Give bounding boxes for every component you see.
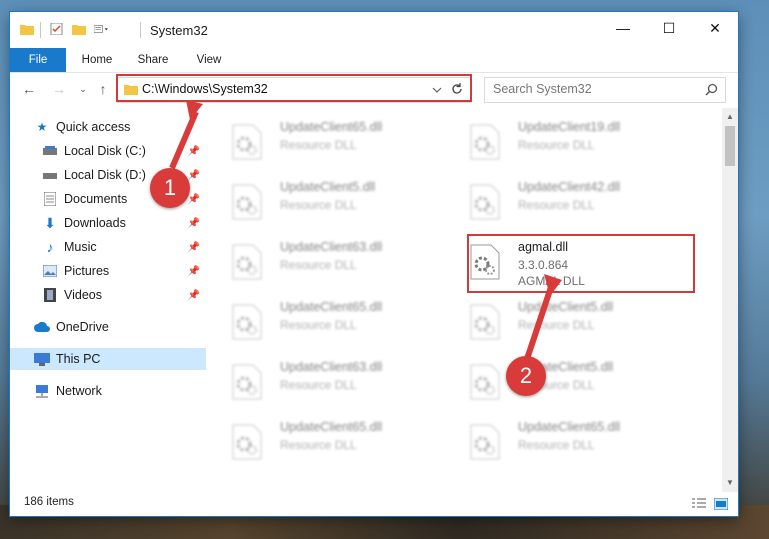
arrow-1-line bbox=[169, 110, 199, 170]
step-badge-1: 1 bbox=[150, 168, 190, 208]
arrow-2-line bbox=[523, 283, 555, 363]
step-badge-2: 2 bbox=[506, 356, 546, 396]
annotation-arrows bbox=[169, 100, 562, 363]
